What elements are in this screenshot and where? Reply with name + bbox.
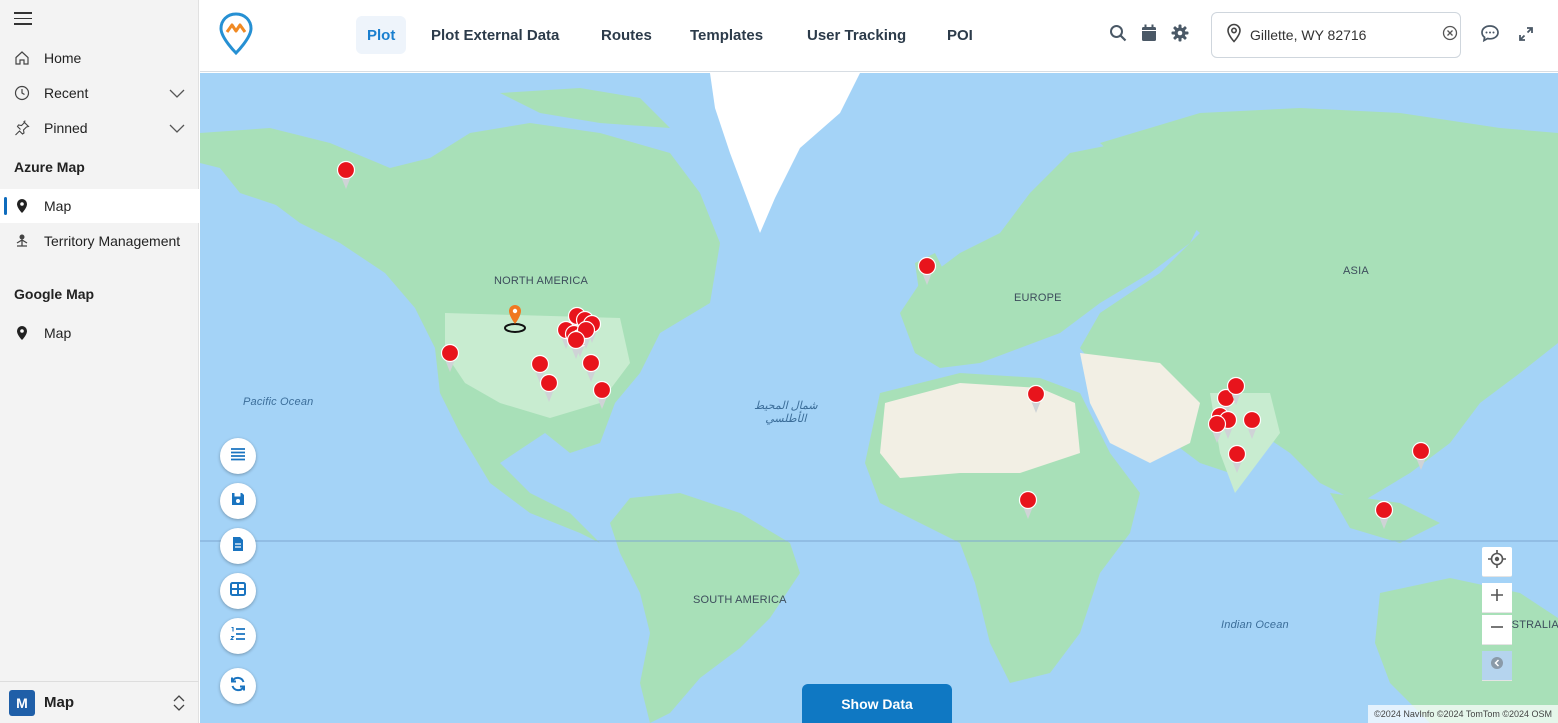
- grid-view-button[interactable]: [220, 573, 256, 609]
- map-marker-icon[interactable]: [566, 330, 586, 360]
- hamburger-menu-icon[interactable]: [14, 12, 32, 26]
- group-heading-google-map: Google Map: [14, 286, 95, 302]
- map-style-picker-button[interactable]: [1482, 651, 1512, 681]
- map-label-indian-ocean: Indian Ocean: [1221, 619, 1289, 631]
- gear-icon[interactable]: [1171, 24, 1189, 47]
- chat-icon[interactable]: [1480, 24, 1500, 47]
- map-marker-icon[interactable]: [1227, 444, 1247, 474]
- app-switcher[interactable]: M Map: [0, 681, 199, 723]
- map-marker-icon[interactable]: [1411, 441, 1431, 471]
- sidebar-item-label: Recent: [44, 85, 89, 101]
- map-marker-icon[interactable]: [1242, 410, 1262, 440]
- sidebar-item-recent[interactable]: Recent: [0, 76, 199, 110]
- map-marker-icon[interactable]: [440, 343, 460, 373]
- map-label-europe: EUROPE: [1014, 292, 1062, 304]
- document-button[interactable]: [220, 528, 256, 564]
- map-label-pacific-ocean: Pacific Ocean: [243, 396, 314, 408]
- sidebar-item-azure-map[interactable]: Map: [0, 189, 199, 223]
- sidebar-item-home[interactable]: Home: [0, 41, 199, 75]
- crosshair-icon: [1488, 550, 1506, 573]
- group-heading-azure-map: Azure Map: [14, 159, 85, 175]
- refresh-button[interactable]: [220, 668, 256, 704]
- location-input[interactable]: [1250, 27, 1430, 43]
- sidebar-item-label: Pinned: [44, 120, 88, 136]
- home-icon: [0, 50, 44, 66]
- tab-user-tracking[interactable]: User Tracking: [796, 16, 917, 54]
- map-marker-icon[interactable]: [336, 160, 356, 190]
- zoom-out-button[interactable]: [1482, 615, 1512, 645]
- map-pin-icon: [0, 325, 44, 341]
- clock-icon: [0, 85, 44, 101]
- save-icon: [231, 492, 245, 511]
- document-icon: [232, 536, 244, 557]
- tab-poi[interactable]: POI: [936, 16, 984, 54]
- map-marker-icon[interactable]: [1207, 414, 1227, 444]
- location-search-box[interactable]: [1211, 12, 1461, 58]
- current-location-icon[interactable]: [504, 303, 528, 335]
- save-button[interactable]: [220, 483, 256, 519]
- expand-icon[interactable]: [1518, 26, 1534, 47]
- sidebar-item-label: Home: [44, 50, 82, 66]
- calendar-icon[interactable]: [1141, 24, 1157, 47]
- map-marker-icon[interactable]: [1374, 500, 1394, 530]
- map-label-asia: ASIA: [1343, 265, 1369, 277]
- sidebar: Home Recent Pinned Azure Map Map Territo…: [0, 0, 199, 723]
- list-view-button[interactable]: [220, 438, 256, 474]
- map-label-north-america: NORTH AMERICA: [494, 275, 589, 287]
- sidebar-item-label: Map: [44, 325, 72, 341]
- map-attribution: ©2024 NavInfo ©2024 TomTom ©2024 OSM: [1368, 705, 1558, 723]
- up-down-chevron-icon: [173, 695, 185, 716]
- table-icon: [230, 581, 246, 601]
- locate-me-button[interactable]: [1482, 547, 1512, 577]
- tab-templates[interactable]: Templates: [679, 16, 774, 54]
- location-pin-icon: [1226, 23, 1242, 48]
- app-name: Map: [44, 694, 74, 711]
- sidebar-item-pinned[interactable]: Pinned: [0, 111, 199, 145]
- map-pin-icon: [0, 198, 44, 214]
- map-style-icon: [1490, 656, 1504, 675]
- tab-routes[interactable]: Routes: [590, 16, 663, 54]
- show-data-button[interactable]: Show Data: [802, 684, 952, 723]
- minus-icon: [1490, 620, 1504, 639]
- numbered-list-icon: [229, 626, 246, 647]
- list-icon: [230, 447, 246, 466]
- plus-icon: [1490, 588, 1504, 607]
- numbered-list-button[interactable]: [220, 618, 256, 654]
- sidebar-item-label: Map: [44, 198, 72, 214]
- chevron-down-icon[interactable]: [169, 86, 185, 102]
- map-marker-icon[interactable]: [917, 256, 937, 286]
- zoom-in-button[interactable]: [1482, 583, 1512, 613]
- chevron-down-icon[interactable]: [169, 121, 185, 137]
- tab-plot[interactable]: Plot: [356, 16, 407, 54]
- map-marker-icon[interactable]: [1026, 384, 1046, 414]
- app-logo-icon: [218, 12, 254, 61]
- sidebar-item-google-map[interactable]: Map: [0, 316, 199, 350]
- map-marker-icon[interactable]: [539, 373, 559, 403]
- top-bar: Plot Plot External Data Routes Templates…: [200, 0, 1558, 72]
- map-marker-icon[interactable]: [592, 380, 612, 410]
- org-icon: [0, 233, 44, 249]
- pin-icon: [0, 120, 44, 136]
- search-icon[interactable]: [1109, 24, 1127, 47]
- clear-circle-icon[interactable]: [1442, 25, 1458, 46]
- world-map: [200, 73, 1558, 723]
- refresh-icon: [230, 676, 246, 697]
- sidebar-item-label: Territory Management: [44, 233, 181, 249]
- map-marker-icon[interactable]: [1018, 490, 1038, 520]
- sidebar-item-territory-management[interactable]: Territory Management: [0, 224, 199, 258]
- map-label-south-america: SOUTH AMERICA: [693, 594, 787, 606]
- map-marker-icon[interactable]: [1226, 376, 1246, 406]
- app-badge: M: [9, 689, 35, 716]
- map-canvas[interactable]: NORTH AMERICA SOUTH AMERICA EUROPE ASIA …: [200, 73, 1558, 723]
- tab-plot-external-data[interactable]: Plot External Data: [420, 16, 570, 54]
- map-label-atlantic-ocean: شمال المحيط الأطلسي: [754, 400, 818, 425]
